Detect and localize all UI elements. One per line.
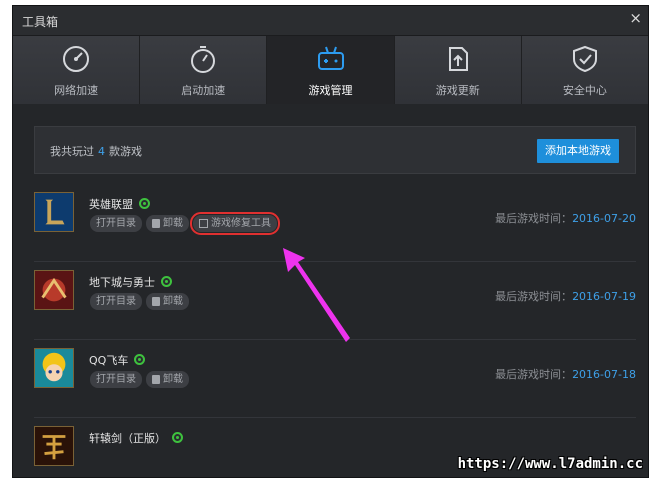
tab-bar: 网络加速 启动加速 游戏管理 游戏更新 安全中心	[13, 36, 648, 104]
trash-icon	[152, 219, 160, 228]
game-icon-dnf	[34, 270, 74, 310]
game-name: 地下城与勇士	[89, 274, 172, 290]
uninstall-button[interactable]: 卸载	[146, 371, 189, 388]
uninstall-button[interactable]: 卸载	[146, 293, 189, 310]
game-repair-tool-button[interactable]: 游戏修复工具	[190, 212, 280, 235]
summary-bar: 我共玩过 4 款游戏 添加本地游戏	[34, 126, 636, 174]
tab-label: 游戏更新	[435, 84, 480, 97]
last-played: 最后游戏时间：2016-07-20	[495, 212, 636, 225]
title-bar: 工具箱 ×	[13, 6, 648, 36]
game-icon-xuanyuan	[34, 426, 74, 466]
list-item: 英雄联盟 打开目录 卸载 游戏修复工具 最后游戏时间：2016-07-20	[34, 184, 636, 262]
tab-startup-accel[interactable]: 启动加速	[140, 36, 268, 104]
repair-icon	[199, 219, 208, 228]
visible-eye-icon[interactable]	[139, 198, 150, 209]
game-icon-qq-speed	[34, 348, 74, 388]
game-name: 轩辕剑（正版）	[89, 430, 183, 446]
add-local-game-button[interactable]: 添加本地游戏	[537, 139, 619, 163]
tab-security-center[interactable]: 安全中心	[521, 36, 648, 104]
open-folder-button[interactable]: 打开目录	[90, 371, 142, 388]
list-item: QQ飞车 打开目录 卸载 最后游戏时间：2016-07-18	[34, 340, 636, 418]
list-item: 地下城与勇士 打开目录 卸载 最后游戏时间：2016-07-19	[34, 262, 636, 340]
stopwatch-icon	[191, 46, 216, 73]
window-title: 工具箱	[22, 15, 59, 29]
tab-label: 网络加速	[54, 84, 99, 97]
game-actions: 打开目录 卸载	[90, 293, 189, 310]
game-name: 英雄联盟	[89, 196, 150, 212]
shield-check-icon	[572, 45, 597, 73]
uninstall-button[interactable]: 卸载	[146, 215, 189, 232]
update-arrow-icon	[448, 47, 468, 71]
toolbox-window: 工具箱 × 网络加速 启动加速 游戏管理 游戏更新 安全中心 我共玩过 4 款游…	[12, 5, 649, 478]
tab-label: 游戏管理	[308, 84, 353, 97]
gamepad-icon	[317, 46, 344, 70]
game-icon-lol	[34, 192, 74, 232]
game-name: QQ飞车	[89, 352, 146, 368]
tab-label: 启动加速	[181, 84, 226, 97]
trash-icon	[152, 375, 160, 384]
tab-game-update[interactable]: 游戏更新	[394, 36, 522, 104]
summary-text: 我共玩过 4 款游戏	[50, 145, 142, 158]
game-actions: 打开目录 卸载 游戏修复工具	[90, 212, 280, 235]
game-actions: 打开目录 卸载	[90, 371, 189, 388]
watermark: https://www.l7admin.cc	[457, 456, 643, 472]
tab-label: 安全中心	[562, 84, 607, 97]
visible-eye-icon[interactable]	[172, 432, 183, 443]
open-folder-button[interactable]: 打开目录	[90, 215, 142, 232]
trash-icon	[152, 297, 160, 306]
last-played: 最后游戏时间：2016-07-19	[495, 290, 636, 303]
visible-eye-icon[interactable]	[134, 354, 146, 365]
game-count: 4	[98, 145, 105, 158]
last-played: 最后游戏时间：2016-07-18	[495, 368, 636, 381]
close-icon[interactable]: ×	[629, 9, 642, 27]
speedometer-icon	[63, 46, 90, 72]
tab-game-management[interactable]: 游戏管理	[267, 36, 395, 104]
open-folder-button[interactable]: 打开目录	[90, 293, 142, 310]
visible-eye-icon[interactable]	[161, 276, 172, 287]
tab-network-accel[interactable]: 网络加速	[13, 36, 141, 104]
